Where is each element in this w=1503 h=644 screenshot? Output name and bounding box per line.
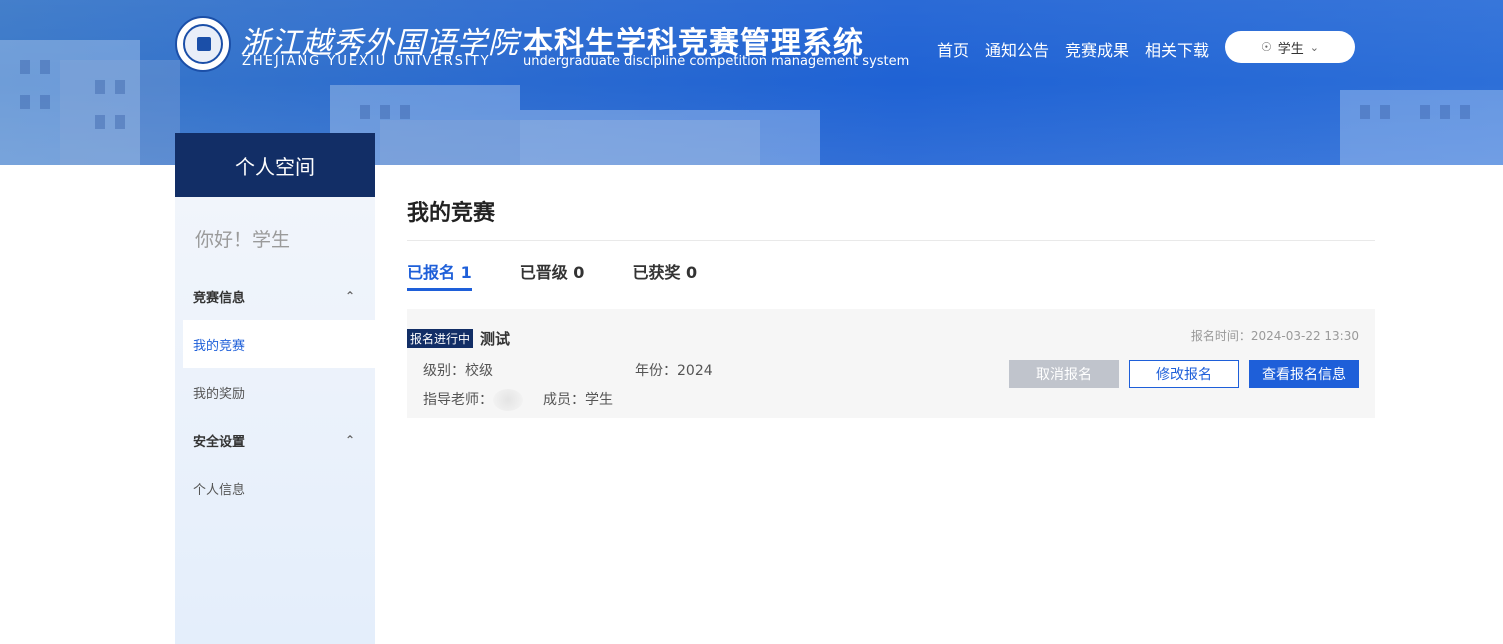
- sidebar-group-security[interactable]: 安全设置 ⌃: [175, 416, 375, 464]
- banner-building: [520, 110, 820, 165]
- view-registration-button[interactable]: 查看报名信息: [1249, 360, 1359, 388]
- chevron-down-icon: ⌄: [1309, 40, 1319, 54]
- user-icon: ☉: [1261, 40, 1272, 54]
- banner-window: [380, 105, 390, 119]
- banner-window: [115, 80, 125, 94]
- registration-time: 报名时间：2024-03-22 13:30: [1190, 329, 1359, 343]
- nav-notices[interactable]: 通知公告: [985, 37, 1049, 61]
- sidebar-title: 个人空间: [175, 133, 375, 197]
- chevron-up-icon: ⌃: [344, 289, 355, 303]
- sidebar-group-label: 安全设置: [193, 434, 246, 450]
- team-members: 成员：学生: [543, 392, 613, 408]
- banner-building: [1340, 90, 1503, 165]
- nav-home[interactable]: 首页: [937, 37, 969, 61]
- banner-window: [115, 115, 125, 129]
- sidebar-item-my-awards[interactable]: 我的奖励: [175, 368, 375, 416]
- banner-window: [1460, 105, 1470, 119]
- competition-year: 年份：2024: [635, 363, 713, 379]
- logo-emblem-icon: [197, 37, 211, 51]
- sidebar-item-personal-info[interactable]: 个人信息: [175, 464, 375, 512]
- school-name-en: ZHEJIANG YUEXIU UNIVERSITY: [242, 54, 491, 69]
- competition-level: 级别：校级: [423, 363, 493, 379]
- banner-window: [20, 95, 30, 109]
- main-content: 我的竞赛 已报名 1 已晋级 0 已获奖 0 报名进行中 测试 报名时间：202…: [407, 165, 1375, 418]
- modify-registration-button[interactable]: 修改报名: [1129, 360, 1239, 388]
- cancel-registration-button[interactable]: 取消报名: [1009, 360, 1119, 388]
- advisor-label: 指导老师：: [423, 392, 493, 408]
- user-name: 学生: [1277, 41, 1304, 57]
- chevron-up-icon: ⌃: [344, 433, 355, 447]
- advisor-field: 指导老师：: [423, 389, 523, 411]
- nav-achievements[interactable]: 竞赛成果: [1065, 37, 1129, 61]
- banner-window: [95, 80, 105, 94]
- system-name-en: undergraduate discipline competition man…: [523, 54, 910, 69]
- logo-ring: [183, 24, 223, 64]
- tab-awarded[interactable]: 已获奖 0: [632, 259, 697, 291]
- sidebar-item-my-competitions[interactable]: 我的竞赛: [183, 320, 375, 368]
- banner-window: [20, 60, 30, 74]
- banner-window: [1380, 105, 1390, 119]
- banner-window: [40, 60, 50, 74]
- banner-window: [95, 115, 105, 129]
- greeting: 你好！学生: [195, 229, 291, 251]
- competition-tabs: 已报名 1 已晋级 0 已获奖 0: [407, 259, 1375, 291]
- sidebar-group-label: 竞赛信息: [193, 290, 246, 306]
- banner-window: [1420, 105, 1430, 119]
- advisor-avatar: [493, 389, 523, 411]
- banner-window: [1360, 105, 1370, 119]
- page-title: 我的竞赛: [407, 165, 1375, 241]
- banner-window: [40, 95, 50, 109]
- banner-window: [400, 105, 410, 119]
- competition-name[interactable]: 测试: [480, 328, 510, 349]
- tab-registered[interactable]: 已报名 1: [407, 259, 472, 291]
- sidebar-group-competition-info[interactable]: 竞赛信息 ⌃: [175, 272, 375, 320]
- banner-window: [360, 105, 370, 119]
- top-nav: 首页 通知公告 竞赛成果 相关下载: [937, 37, 1225, 61]
- status-badge: 报名进行中: [407, 329, 474, 348]
- banner-building: [60, 60, 180, 165]
- sidebar: 个人空间 你好！学生 竞赛信息 ⌃ 我的竞赛 我的奖励 安全设置 ⌃ 个人信息: [175, 133, 375, 644]
- competition-card: 报名进行中 测试 报名时间：2024-03-22 13:30 级别：校级 年份：…: [407, 309, 1375, 418]
- tab-promoted[interactable]: 已晋级 0: [520, 259, 585, 291]
- user-menu-button[interactable]: ☉ 学生 ⌄: [1225, 31, 1355, 63]
- university-logo[interactable]: [175, 16, 231, 72]
- nav-downloads[interactable]: 相关下载: [1145, 37, 1209, 61]
- banner-window: [1440, 105, 1450, 119]
